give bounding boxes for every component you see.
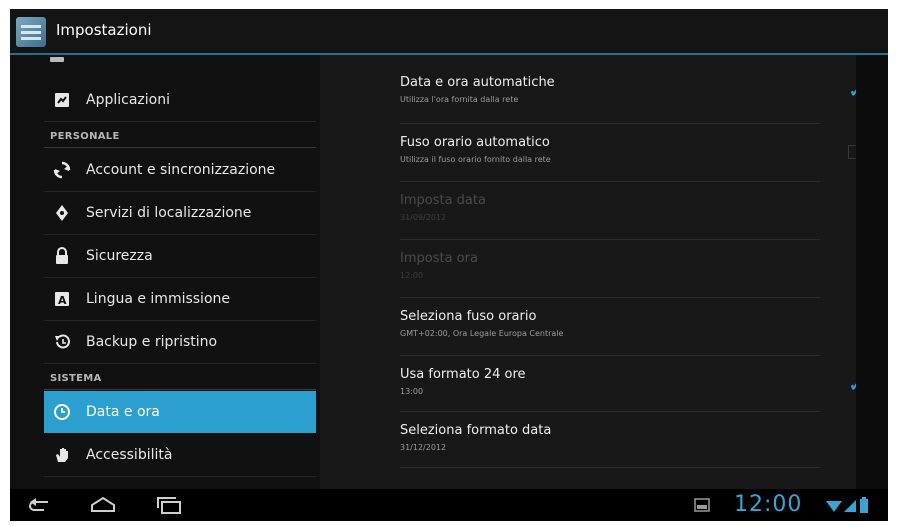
location-icon <box>52 203 72 223</box>
sidebar-item-label: Backup e ripristino <box>86 334 218 350</box>
setting-title: Imposta ora <box>400 251 478 266</box>
signal-icon <box>844 498 856 517</box>
setting-summary: GMT+02:00, Ora Legale Europa Centrale <box>400 329 564 338</box>
sidebar-item-applicazioni[interactable]: Applicazioni <box>44 79 316 122</box>
sidebar-item-label: Servizi di localizzazione <box>86 205 252 221</box>
setting-auto-datetime[interactable]: Data e ora automatiche Utilizza l'ora fo… <box>400 63 863 119</box>
setting-title: Data e ora automatiche <box>400 75 555 90</box>
section-header-personale: PERSONALE <box>50 131 120 142</box>
system-bar: 12:00 <box>10 489 888 521</box>
setting-title: Imposta data <box>400 193 486 208</box>
setting-summary: 31/09/2012 <box>400 213 447 222</box>
sidebar-item-label: Applicazioni <box>86 92 170 108</box>
sidebar-item-localizzazione[interactable]: Servizi di localizzazione <box>44 192 316 235</box>
svg-text:A: A <box>58 294 67 307</box>
status-clock: 12:00 <box>734 492 803 517</box>
sidebar-item-label: Accessibilità <box>86 447 173 463</box>
sidebar-item-label: Lingua e immissione <box>86 291 230 307</box>
sidebar-item-partial[interactable] <box>44 477 316 489</box>
sidebar-item-backup[interactable]: Backup e ripristino <box>44 321 316 364</box>
setting-summary: 12:00 <box>400 271 424 280</box>
setting-set-date: Imposta data 31/09/2012 <box>400 181 820 237</box>
setting-summary: Utilizza il fuso orario fornito dalla re… <box>400 155 551 164</box>
clock-icon <box>52 402 72 422</box>
sidebar-item-account[interactable]: Account e sincronizzazione <box>44 149 316 192</box>
action-bar: Impostazioni <box>10 9 888 55</box>
wifi-icon <box>826 498 842 517</box>
sidebar-item-data-ora[interactable]: Data e ora <box>44 391 316 433</box>
setting-summary: 31/12/2012 <box>400 443 447 452</box>
setting-title: Usa formato 24 ore <box>400 367 526 382</box>
sidebar-item-sicurezza[interactable]: Sicurezza <box>44 235 316 278</box>
sync-icon <box>52 160 72 180</box>
keyboard-icon: A <box>52 289 72 309</box>
setting-summary: Utilizza l'ora fornita dalla rete <box>400 95 519 104</box>
home-icon[interactable] <box>88 495 118 515</box>
setting-date-format[interactable]: Seleziona formato data 31/12/2012 <box>400 411 820 467</box>
setting-set-time: Imposta ora 12:00 <box>400 239 820 295</box>
sidebar-item-label: Data e ora <box>86 404 160 420</box>
screenshot-notification-icon[interactable] <box>694 497 710 516</box>
sidebar-item-accessibilita[interactable]: Accessibilità <box>44 434 316 477</box>
setting-24-hour-format[interactable]: Usa formato 24 ore 13:00 ✔ <box>400 355 863 411</box>
setting-title: Seleziona formato data <box>400 423 552 438</box>
apps-icon <box>52 90 72 110</box>
section-divider <box>44 147 316 148</box>
date-time-settings-pane: Data e ora automatiche Utilizza l'ora fo… <box>320 55 863 489</box>
hand-icon <box>52 445 72 465</box>
lock-icon <box>52 246 72 266</box>
pane-edge <box>856 55 888 489</box>
back-icon[interactable] <box>24 495 54 515</box>
tablet-screen: Impostazioni Applicazioni PERSONALE Acco… <box>10 9 888 521</box>
backup-icon <box>52 332 72 352</box>
section-header-sistema: SISTEMA <box>50 373 102 384</box>
sidebar-item-lingua[interactable]: A Lingua e immissione <box>44 278 316 321</box>
settings-app-icon[interactable] <box>16 17 46 47</box>
setting-auto-timezone[interactable]: Fuso orario automatico Utilizza il fuso … <box>400 123 862 179</box>
setting-title: Fuso orario automatico <box>400 135 550 150</box>
section-divider <box>44 389 316 390</box>
sidebar-item-label: Account e sincronizzazione <box>86 162 276 178</box>
battery-icon <box>860 497 868 517</box>
sidebar-item-label: Sicurezza <box>86 248 153 264</box>
settings-sidebar: Applicazioni PERSONALE Account e sincron… <box>10 55 320 489</box>
setting-select-timezone[interactable]: Seleziona fuso orario GMT+02:00, Ora Leg… <box>400 297 820 353</box>
recents-icon[interactable] <box>154 495 184 515</box>
scrolled-item-edge <box>50 57 64 62</box>
divider <box>400 467 820 468</box>
app-title: Impostazioni <box>56 21 152 39</box>
setting-title: Seleziona fuso orario <box>400 309 537 324</box>
setting-summary: 13:00 <box>400 387 424 396</box>
